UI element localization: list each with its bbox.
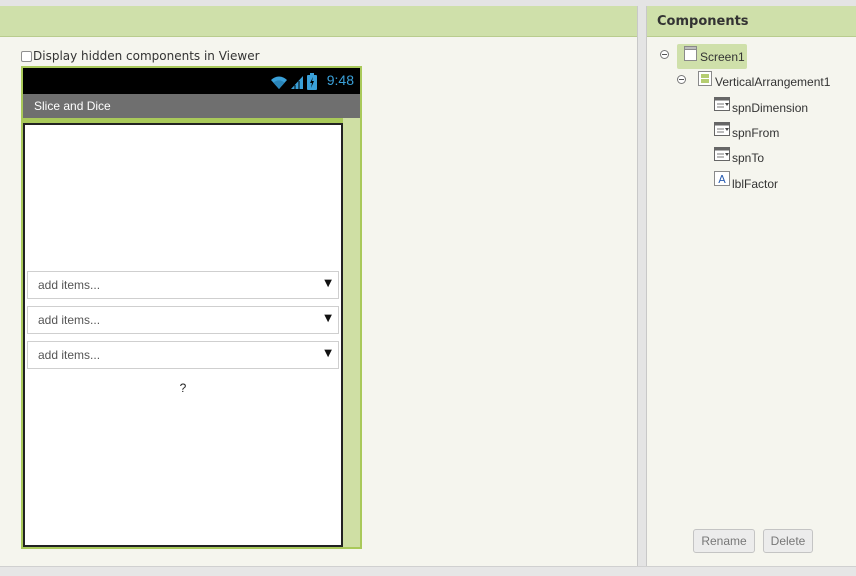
screen-icon — [684, 46, 697, 61]
spinner-to-text: add items... — [38, 348, 101, 362]
status-clock: 9:48 — [326, 72, 354, 88]
tree-item-vertical-arrangement[interactable]: VerticalArrangement1 — [698, 70, 848, 92]
status-icons — [270, 72, 318, 90]
app-title: Slice and Dice — [34, 99, 111, 113]
battery-icon — [307, 73, 317, 90]
spinner-dimension-text: add items... — [38, 278, 101, 292]
components-panel: Components Screen1 VerticalArrangement1 … — [646, 6, 856, 566]
svg-text:A: A — [718, 173, 726, 186]
tree-item-lbl-factor-label: lblFactor — [732, 177, 779, 191]
display-hidden-label: Display hidden components in Viewer — [33, 49, 260, 63]
dropdown-arrow-icon: ▼ — [324, 348, 332, 359]
collapse-arrangement-icon[interactable] — [677, 75, 686, 84]
delete-button[interactable]: Delete — [763, 529, 813, 553]
spinner-to[interactable]: add items... ▼ — [27, 341, 339, 369]
tree-item-screen1-label: Screen1 — [700, 50, 745, 64]
app-title-bar: Slice and Dice — [23, 94, 360, 118]
tree-item-spn-dimension[interactable]: spnDimension — [714, 96, 834, 118]
vertical-arrangement-preview[interactable]: add items... ▼ add items... ▼ add items.… — [23, 123, 343, 547]
display-hidden-checkbox[interactable] — [21, 50, 32, 62]
viewer-panel: Display hidden components in Viewer 9:48… — [0, 6, 638, 566]
components-title: Components — [657, 14, 749, 29]
label-factor-preview[interactable]: ? — [25, 381, 341, 395]
tree-item-spn-to-label: spnTo — [732, 151, 765, 165]
status-bar: 9:48 — [23, 68, 360, 94]
spinner-icon — [714, 97, 730, 111]
screen-scroll-strip — [343, 118, 360, 547]
tree-item-vertical-arrangement-label: VerticalArrangement1 — [715, 75, 831, 89]
wifi-icon — [271, 76, 287, 89]
dropdown-arrow-icon: ▼ — [324, 313, 332, 324]
tree-item-spn-to[interactable]: spnTo — [714, 146, 834, 168]
collapse-screen1-icon[interactable] — [660, 50, 669, 59]
spinner-from-text: add items... — [38, 313, 101, 327]
label-icon: A — [714, 171, 730, 186]
components-header-bar: Components — [647, 6, 856, 37]
vertical-arrangement-icon — [698, 71, 712, 86]
spinner-icon — [714, 147, 730, 161]
tree-item-lbl-factor[interactable]: A lblFactor — [714, 171, 834, 193]
phone-preview: 9:48 Slice and Dice add items... ▼ add i… — [21, 66, 362, 549]
spinner-icon — [714, 122, 730, 136]
tree-item-screen1[interactable]: Screen1 — [677, 44, 747, 69]
dropdown-arrow-icon: ▼ — [324, 278, 332, 289]
signal-icon — [291, 76, 303, 89]
display-hidden-components-option[interactable]: Display hidden components in Viewer — [21, 48, 260, 64]
tree-item-spn-from[interactable]: spnFrom — [714, 121, 834, 143]
rename-button[interactable]: Rename — [693, 529, 755, 553]
tree-item-spn-from-label: spnFrom — [732, 126, 780, 140]
tree-item-spn-dimension-label: spnDimension — [732, 101, 809, 115]
spinner-dimension[interactable]: add items... ▼ — [27, 271, 339, 299]
viewer-header-bar — [0, 6, 637, 37]
spinner-from[interactable]: add items... ▼ — [27, 306, 339, 334]
